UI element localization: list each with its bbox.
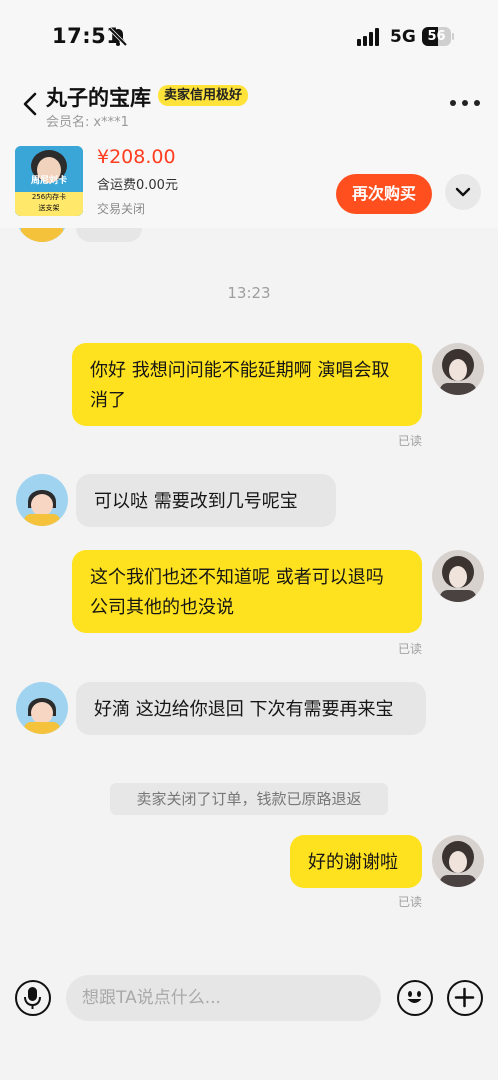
voice-button[interactable] (15, 980, 51, 1016)
read-receipt: 已读 (398, 642, 423, 656)
my-avatar[interactable] (432, 550, 484, 602)
credit-badge: 卖家信用极好 (158, 85, 249, 106)
back-chevron-icon[interactable] (20, 90, 42, 118)
my-avatar[interactable] (432, 835, 484, 887)
more-dots-icon[interactable] (450, 100, 480, 108)
seller-avatar[interactable] (16, 474, 68, 526)
chat-header: 丸子的宝库 卖家信用极好 会员名: x***1 (0, 72, 498, 136)
mic-icon (24, 987, 41, 1009)
network-type: 5G (390, 27, 416, 47)
message-bubble-them[interactable]: 好滴 这边给你退回 下次有需要再来宝 (76, 682, 426, 735)
message-bubble-me[interactable]: 好的谢谢啦 (290, 835, 422, 888)
product-thumbnail[interactable]: 周尼刘卡 256内存卡 送支架 (15, 146, 83, 216)
rebuy-button[interactable]: 再次购买 (336, 174, 432, 214)
thumb-text-3: 送支架 (39, 203, 60, 212)
bell-off-icon (108, 27, 128, 47)
battery-icon: 56 (422, 27, 454, 46)
battery-level: 56 (427, 29, 446, 44)
member-label: 会员名: (46, 115, 90, 130)
expand-button[interactable] (445, 174, 481, 210)
message-bubble-me[interactable]: 这个我们也还不知道呢 或者可以退吗 公司其他的也没说 (72, 550, 422, 633)
thumb-text-2: 256内存卡 (32, 192, 66, 201)
thumb-text-1: 周尼刘卡 (31, 174, 67, 186)
message-input[interactable] (66, 975, 381, 1021)
emoji-icon (407, 991, 422, 1003)
product-card[interactable]: 周尼刘卡 256内存卡 送支架 ¥208.00 含运费0.00元 交易关闭 再次… (0, 136, 498, 228)
read-receipt: 已读 (398, 434, 423, 448)
plus-icon (454, 987, 475, 1008)
my-avatar[interactable] (432, 343, 484, 395)
member-info: 会员名: x***1 (46, 111, 133, 130)
shipping-fee: 含运费0.00元 (97, 178, 178, 193)
chat-area[interactable]: 13:23 你好 我想问问能不能延期啊 演唱会取消了 已读 可以哒 需要改到几号… (0, 228, 498, 970)
plus-button[interactable] (447, 980, 483, 1016)
member-value: x***1 (93, 115, 129, 130)
status-bar: 17:51 5G 56 (0, 0, 498, 72)
seller-avatar[interactable] (16, 682, 68, 734)
read-receipt: 已读 (398, 895, 423, 909)
signal-icon (357, 28, 383, 46)
product-price: ¥208.00 (97, 146, 176, 168)
seller-avatar[interactable] (16, 228, 68, 242)
message-bubble-them[interactable]: 可以哒 需要改到几号呢宝 (76, 474, 336, 527)
chat-timestamp: 13:23 (227, 284, 271, 302)
message-bubble-me[interactable]: 你好 我想问问能不能延期啊 演唱会取消了 (72, 343, 422, 426)
previous-message-fragment (76, 228, 142, 242)
shop-name[interactable]: 丸子的宝库 (46, 82, 151, 112)
input-bar (0, 970, 498, 1080)
deal-status: 交易关闭 (97, 202, 146, 216)
chevron-down-icon (455, 187, 471, 197)
emoji-button[interactable] (397, 980, 433, 1016)
system-notice: 卖家关闭了订单，钱款已原路退返 (110, 783, 388, 815)
